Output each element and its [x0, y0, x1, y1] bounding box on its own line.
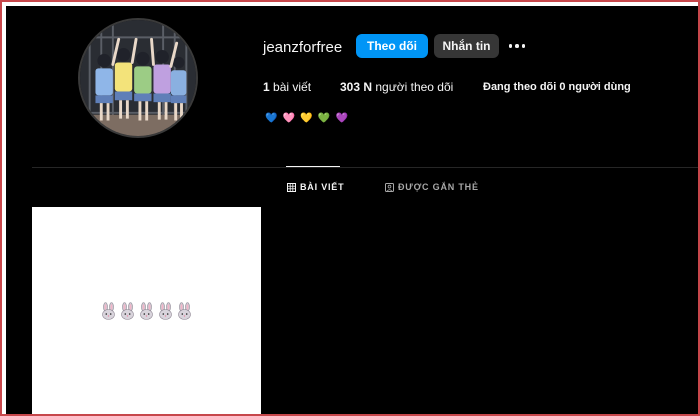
posts-count: 1 [263, 80, 270, 94]
rabbit-icon [138, 301, 155, 320]
green-heart-icon: 💚 [317, 113, 332, 124]
followers-stat[interactable]: 303 N người theo dõi [340, 80, 453, 94]
profile-username: jeanzforfree [263, 39, 343, 56]
profile-page: jeanzforfree Theo dõi Nhắn tin 1 bài viế… [6, 6, 698, 414]
more-options-icon[interactable] [506, 34, 528, 58]
follow-button[interactable]: Theo dõi [356, 34, 428, 58]
screenshot-frame: jeanzforfree Theo dõi Nhắn tin 1 bài viế… [0, 0, 700, 416]
profile-bio: 💙 🩷 💛 💚 💜 [265, 113, 349, 124]
followers-label: người theo dõi [372, 80, 454, 94]
tabs-divider [32, 167, 698, 168]
blue-heart-icon: 💙 [265, 113, 279, 124]
tab-posts[interactable]: BÀI VIẾT [287, 182, 344, 192]
tab-tagged[interactable]: ĐƯỢC GẮN THẺ [385, 182, 479, 192]
purple-heart-icon: 💜 [335, 113, 350, 124]
rabbit-icon [119, 301, 136, 320]
avatar-image [80, 20, 196, 136]
tab-posts-label: BÀI VIẾT [300, 182, 345, 192]
tagged-icon [385, 182, 394, 192]
dot [515, 44, 519, 48]
dot [521, 44, 526, 48]
followers-count: 303 N [340, 80, 373, 94]
rabbit-icon [100, 301, 117, 320]
message-button[interactable]: Nhắn tin [434, 34, 499, 58]
yellow-heart-icon: 💛 [300, 113, 314, 124]
profile-avatar[interactable] [78, 18, 198, 138]
posts-count-stat: 1 bài viết [263, 80, 311, 94]
post-thumbnail[interactable] [32, 207, 261, 414]
posts-label: bài viết [269, 80, 312, 94]
rabbit-icon [176, 301, 193, 320]
post-content [100, 301, 193, 320]
following-stat[interactable]: Đang theo dõi 0 người dùng [483, 81, 631, 93]
rabbit-icon [157, 301, 174, 320]
active-tab-indicator [286, 166, 340, 167]
pink-heart-icon: 🩷 [282, 113, 297, 124]
tab-tagged-label: ĐƯỢC GẮN THẺ [398, 182, 479, 192]
dot [508, 44, 513, 48]
grid-icon [287, 182, 296, 192]
